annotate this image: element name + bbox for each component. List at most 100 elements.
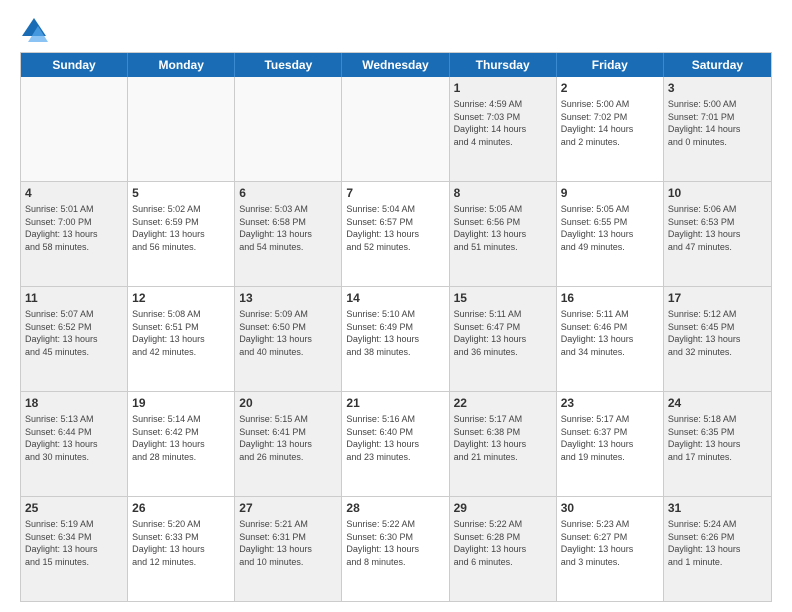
- cal-cell: 17 Sunrise: 5:12 AM Sunset: 6:45 PM Dayli…: [664, 287, 771, 391]
- day-number: 14: [346, 290, 444, 306]
- day-info: Sunrise: 5:15 AM Sunset: 6:41 PM Dayligh…: [239, 413, 337, 463]
- logo: [20, 16, 52, 44]
- day-info: Sunrise: 5:00 AM Sunset: 7:02 PM Dayligh…: [561, 98, 659, 148]
- day-info: Sunrise: 5:04 AM Sunset: 6:57 PM Dayligh…: [346, 203, 444, 253]
- cal-header-cell: Thursday: [450, 53, 557, 77]
- cal-cell: 31 Sunrise: 5:24 AM Sunset: 6:26 PM Dayli…: [664, 497, 771, 601]
- day-number: 30: [561, 500, 659, 516]
- day-number: 31: [668, 500, 767, 516]
- day-number: 18: [25, 395, 123, 411]
- calendar-header-row: SundayMondayTuesdayWednesdayThursdayFrid…: [21, 53, 771, 77]
- day-info: Sunrise: 5:08 AM Sunset: 6:51 PM Dayligh…: [132, 308, 230, 358]
- day-info: Sunrise: 5:14 AM Sunset: 6:42 PM Dayligh…: [132, 413, 230, 463]
- day-number: 2: [561, 80, 659, 96]
- day-number: 11: [25, 290, 123, 306]
- day-info: Sunrise: 5:13 AM Sunset: 6:44 PM Dayligh…: [25, 413, 123, 463]
- day-info: Sunrise: 5:09 AM Sunset: 6:50 PM Dayligh…: [239, 308, 337, 358]
- day-number: 8: [454, 185, 552, 201]
- cal-cell: 9 Sunrise: 5:05 AM Sunset: 6:55 PM Daylig…: [557, 182, 664, 286]
- cal-cell: 24 Sunrise: 5:18 AM Sunset: 6:35 PM Dayli…: [664, 392, 771, 496]
- cal-header-cell: Tuesday: [235, 53, 342, 77]
- day-number: 17: [668, 290, 767, 306]
- day-info: Sunrise: 5:12 AM Sunset: 6:45 PM Dayligh…: [668, 308, 767, 358]
- day-number: 29: [454, 500, 552, 516]
- day-number: 13: [239, 290, 337, 306]
- day-number: 25: [25, 500, 123, 516]
- day-info: Sunrise: 5:05 AM Sunset: 6:56 PM Dayligh…: [454, 203, 552, 253]
- cal-cell: 5 Sunrise: 5:02 AM Sunset: 6:59 PM Daylig…: [128, 182, 235, 286]
- day-info: Sunrise: 5:22 AM Sunset: 6:30 PM Dayligh…: [346, 518, 444, 568]
- cal-cell: 12 Sunrise: 5:08 AM Sunset: 6:51 PM Dayli…: [128, 287, 235, 391]
- day-info: Sunrise: 5:17 AM Sunset: 6:37 PM Dayligh…: [561, 413, 659, 463]
- cal-cell: 16 Sunrise: 5:11 AM Sunset: 6:46 PM Dayli…: [557, 287, 664, 391]
- cal-cell: 11Sunrise: 5:07 AM Sunset: 6:52 PM Dayli…: [21, 287, 128, 391]
- cal-cell: 10 Sunrise: 5:06 AM Sunset: 6:53 PM Dayli…: [664, 182, 771, 286]
- day-number: 15: [454, 290, 552, 306]
- day-info: Sunrise: 5:23 AM Sunset: 6:27 PM Dayligh…: [561, 518, 659, 568]
- day-info: Sunrise: 5:02 AM Sunset: 6:59 PM Dayligh…: [132, 203, 230, 253]
- day-number: 24: [668, 395, 767, 411]
- day-number: 6: [239, 185, 337, 201]
- day-info: Sunrise: 5:11 AM Sunset: 6:47 PM Dayligh…: [454, 308, 552, 358]
- cal-cell: 21Sunrise: 5:16 AM Sunset: 6:40 PM Dayli…: [342, 392, 449, 496]
- day-info: Sunrise: 5:00 AM Sunset: 7:01 PM Dayligh…: [668, 98, 767, 148]
- day-number: 23: [561, 395, 659, 411]
- logo-icon: [20, 16, 48, 44]
- cal-cell: 3 Sunrise: 5:00 AM Sunset: 7:01 PM Daylig…: [664, 77, 771, 181]
- cal-header-cell: Saturday: [664, 53, 771, 77]
- cal-cell: 18 Sunrise: 5:13 AM Sunset: 6:44 PM Dayli…: [21, 392, 128, 496]
- cal-cell: 29 Sunrise: 5:22 AM Sunset: 6:28 PM Dayli…: [450, 497, 557, 601]
- cal-week: 1 Sunrise: 4:59 AM Sunset: 7:03 PM Daylig…: [21, 77, 771, 182]
- day-info: Sunrise: 5:22 AM Sunset: 6:28 PM Dayligh…: [454, 518, 552, 568]
- cal-header-cell: Wednesday: [342, 53, 449, 77]
- cal-cell: 8 Sunrise: 5:05 AM Sunset: 6:56 PM Daylig…: [450, 182, 557, 286]
- day-info: Sunrise: 5:18 AM Sunset: 6:35 PM Dayligh…: [668, 413, 767, 463]
- day-info: Sunrise: 5:24 AM Sunset: 6:26 PM Dayligh…: [668, 518, 767, 568]
- cal-cell: 19 Sunrise: 5:14 AM Sunset: 6:42 PM Dayli…: [128, 392, 235, 496]
- cal-cell: [128, 77, 235, 181]
- cal-cell: 22 Sunrise: 5:17 AM Sunset: 6:38 PM Dayli…: [450, 392, 557, 496]
- day-info: Sunrise: 5:21 AM Sunset: 6:31 PM Dayligh…: [239, 518, 337, 568]
- day-number: 12: [132, 290, 230, 306]
- day-info: Sunrise: 5:16 AM Sunset: 6:40 PM Dayligh…: [346, 413, 444, 463]
- day-info: Sunrise: 5:10 AM Sunset: 6:49 PM Dayligh…: [346, 308, 444, 358]
- cal-cell: 13 Sunrise: 5:09 AM Sunset: 6:50 PM Dayli…: [235, 287, 342, 391]
- day-info: Sunrise: 5:06 AM Sunset: 6:53 PM Dayligh…: [668, 203, 767, 253]
- day-number: 16: [561, 290, 659, 306]
- day-number: 5: [132, 185, 230, 201]
- cal-cell: 4 Sunrise: 5:01 AM Sunset: 7:00 PM Daylig…: [21, 182, 128, 286]
- day-info: Sunrise: 5:03 AM Sunset: 6:58 PM Dayligh…: [239, 203, 337, 253]
- cal-header-cell: Sunday: [21, 53, 128, 77]
- day-number: 3: [668, 80, 767, 96]
- day-number: 26: [132, 500, 230, 516]
- day-info: Sunrise: 5:19 AM Sunset: 6:34 PM Dayligh…: [25, 518, 123, 568]
- cal-cell: 1 Sunrise: 4:59 AM Sunset: 7:03 PM Daylig…: [450, 77, 557, 181]
- cal-cell: [235, 77, 342, 181]
- day-number: 20: [239, 395, 337, 411]
- cal-cell: 23 Sunrise: 5:17 AM Sunset: 6:37 PM Dayli…: [557, 392, 664, 496]
- day-number: 7: [346, 185, 444, 201]
- day-number: 10: [668, 185, 767, 201]
- day-number: 28: [346, 500, 444, 516]
- day-info: Sunrise: 5:05 AM Sunset: 6:55 PM Dayligh…: [561, 203, 659, 253]
- cal-week: 25 Sunrise: 5:19 AM Sunset: 6:34 PM Dayli…: [21, 497, 771, 601]
- day-number: 4: [25, 185, 123, 201]
- day-info: Sunrise: 5:01 AM Sunset: 7:00 PM Dayligh…: [25, 203, 123, 253]
- cal-cell: 15 Sunrise: 5:11 AM Sunset: 6:47 PM Dayli…: [450, 287, 557, 391]
- day-number: 22: [454, 395, 552, 411]
- day-number: 19: [132, 395, 230, 411]
- day-info: Sunrise: 5:17 AM Sunset: 6:38 PM Dayligh…: [454, 413, 552, 463]
- page: SundayMondayTuesdayWednesdayThursdayFrid…: [0, 0, 792, 612]
- cal-cell: 28 Sunrise: 5:22 AM Sunset: 6:30 PM Dayli…: [342, 497, 449, 601]
- cal-cell: 2 Sunrise: 5:00 AM Sunset: 7:02 PM Daylig…: [557, 77, 664, 181]
- day-number: 1: [454, 80, 552, 96]
- day-number: 9: [561, 185, 659, 201]
- day-info: Sunrise: 4:59 AM Sunset: 7:03 PM Dayligh…: [454, 98, 552, 148]
- cal-cell: 14 Sunrise: 5:10 AM Sunset: 6:49 PM Dayli…: [342, 287, 449, 391]
- calendar-body: 1 Sunrise: 4:59 AM Sunset: 7:03 PM Daylig…: [21, 77, 771, 601]
- day-info: Sunrise: 5:11 AM Sunset: 6:46 PM Dayligh…: [561, 308, 659, 358]
- header: [20, 16, 772, 44]
- cal-cell: 20 Sunrise: 5:15 AM Sunset: 6:41 PM Dayli…: [235, 392, 342, 496]
- cal-week: 11Sunrise: 5:07 AM Sunset: 6:52 PM Dayli…: [21, 287, 771, 392]
- cal-week: 4 Sunrise: 5:01 AM Sunset: 7:00 PM Daylig…: [21, 182, 771, 287]
